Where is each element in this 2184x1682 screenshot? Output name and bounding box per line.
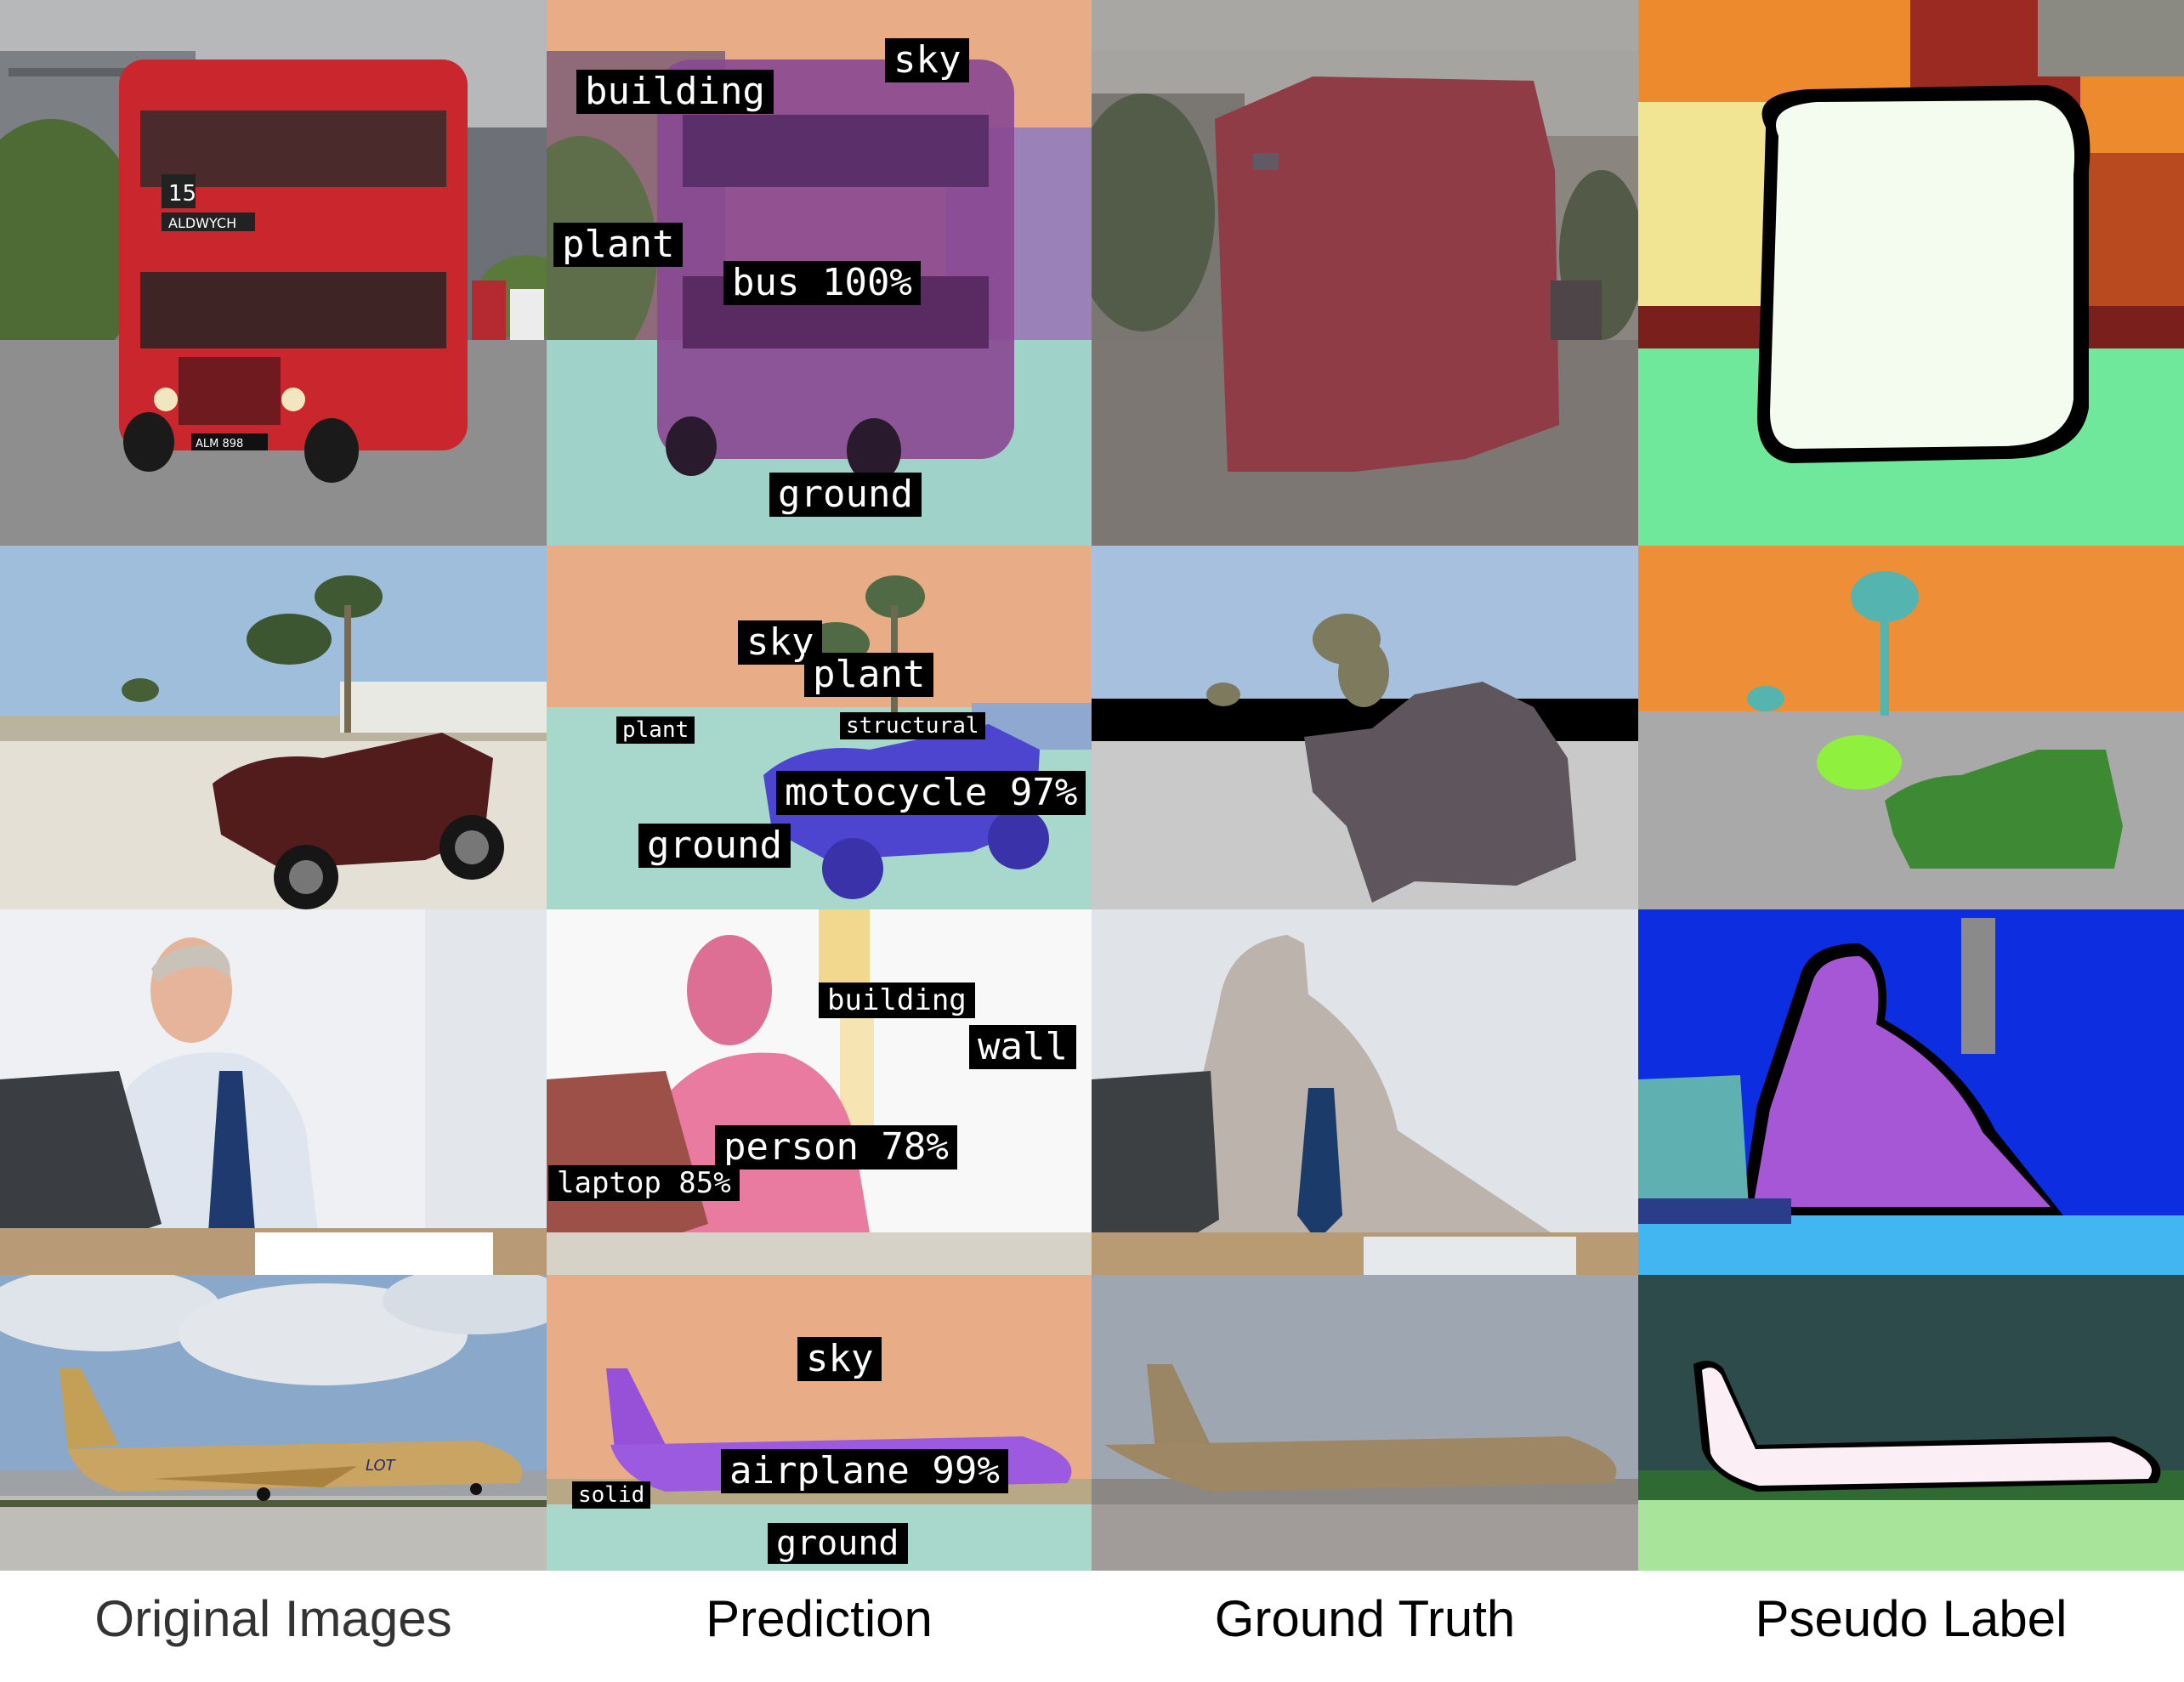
original-image-airplane: LOT <box>0 1275 547 1571</box>
pred-label-wall: wall <box>969 1025 1076 1069</box>
segmentation-figure: 15 ALDWYCH ALM 898 building sky plant bu… <box>0 0 2184 1682</box>
pred-label-person: person 78% <box>715 1125 957 1169</box>
prediction-person: building wall person 78% laptop 85% <box>547 909 1092 1275</box>
pred-label-bus: bus 100% <box>723 261 921 305</box>
caption-ground-truth: Ground Truth <box>1214 1590 1516 1647</box>
pred-label-sky: sky <box>885 38 970 82</box>
pred-label-sky-4: sky <box>797 1337 882 1381</box>
caption-prediction: Prediction <box>706 1590 933 1647</box>
svg-text:15: 15 <box>168 181 196 207</box>
pseudo-label-airplane <box>1638 1275 2184 1571</box>
pred-label-building-3: building <box>819 983 975 1018</box>
original-image-person <box>0 909 547 1275</box>
pred-label-ground-4: ground <box>768 1523 908 1564</box>
pred-label-ground-2: ground <box>638 824 791 868</box>
ground-truth-bus <box>1092 0 1638 546</box>
caption-pseudo-label: Pseudo Label <box>1755 1590 2068 1647</box>
ground-truth-airplane <box>1092 1275 1638 1571</box>
pred-label-motorcycle: motocycle 97% <box>776 771 1086 815</box>
pseudo-label-bus <box>1638 0 2184 546</box>
ground-truth-person <box>1092 909 1638 1275</box>
svg-text:ALDWYCH: ALDWYCH <box>168 215 236 231</box>
pred-label-ground: ground <box>769 473 922 517</box>
pred-label-airplane: airplane 99% <box>721 1449 1008 1493</box>
prediction-airplane: sky airplane 99% solid ground <box>547 1275 1092 1571</box>
prediction-bus: building sky plant bus 100% ground <box>547 0 1092 546</box>
pred-label-solid: solid <box>572 1481 651 1509</box>
pred-label-building: building <box>576 70 774 114</box>
pred-label-plant-small: plant <box>616 716 695 744</box>
original-image-motorcycle <box>0 546 547 909</box>
pred-label-laptop: laptop 85% <box>548 1165 740 1201</box>
caption-original-images: Original Images <box>94 1590 452 1647</box>
pseudo-label-person <box>1638 909 2184 1275</box>
svg-text:LOT: LOT <box>366 1457 397 1475</box>
svg-text:ALM 898: ALM 898 <box>196 438 243 450</box>
pred-label-plant-2: plant <box>804 653 934 697</box>
pred-label-structural: structural <box>840 712 985 739</box>
prediction-motorcycle: sky plant plant structural motocycle 97%… <box>547 546 1092 909</box>
pred-label-plant: plant <box>553 223 684 267</box>
ground-truth-motorcycle <box>1092 546 1638 909</box>
original-image-bus: 15 ALDWYCH ALM 898 <box>0 0 547 546</box>
pseudo-label-motorcycle <box>1638 546 2184 909</box>
